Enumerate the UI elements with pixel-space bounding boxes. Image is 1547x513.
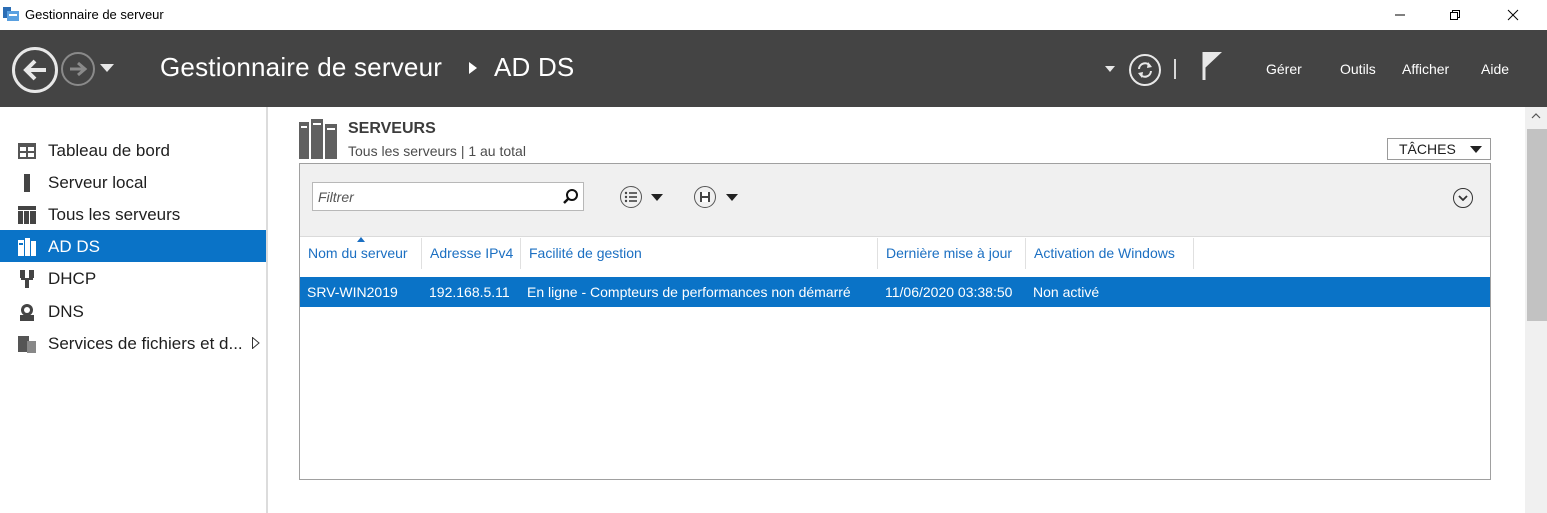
column-header-label: Facilité de gestion xyxy=(529,245,642,261)
cell-windows-activation: Non activé xyxy=(1033,284,1100,300)
sort-ascending-icon xyxy=(357,237,365,242)
breadcrumb-separator-icon xyxy=(469,62,477,74)
scroll-up-arrow-icon[interactable] xyxy=(1531,113,1541,119)
list-view-dropdown-icon[interactable] xyxy=(651,194,663,201)
table-row[interactable]: SRV-WIN2019 192.168.5.11 En ligne - Comp… xyxy=(300,277,1490,307)
main-content: SERVEURS Tous les serveurs | 1 au total … xyxy=(270,107,1525,513)
window-title: Gestionnaire de serveur xyxy=(25,7,164,22)
list-icon xyxy=(624,191,637,203)
close-icon xyxy=(1507,9,1519,21)
sidebar-item-label: AD DS xyxy=(48,237,100,256)
cell-manageability: En ligne - Compteurs de performances non… xyxy=(527,284,851,300)
expand-submenu-icon[interactable] xyxy=(252,337,260,349)
forward-button[interactable] xyxy=(61,52,95,86)
sidebar-item-local-server[interactable]: Serveur local xyxy=(0,166,266,198)
file-services-icon xyxy=(18,336,36,353)
scrollbar-thumb[interactable] xyxy=(1527,129,1547,321)
back-button[interactable] xyxy=(12,47,58,93)
column-header-manageability[interactable]: Facilité de gestion xyxy=(521,238,878,269)
all-servers-icon xyxy=(18,206,36,224)
sidebar-item-label: DHCP xyxy=(48,269,97,288)
cell-server-name: SRV-WIN2019 xyxy=(307,284,398,300)
sidebar-item-label: DNS xyxy=(48,302,84,321)
minimize-button[interactable] xyxy=(1377,0,1423,30)
title-bar: Gestionnaire de serveur xyxy=(0,0,1547,30)
dhcp-icon xyxy=(20,270,34,288)
column-header-last-update[interactable]: Dernière mise à jour xyxy=(878,238,1026,269)
column-header-windows-activation[interactable]: Activation de Windows xyxy=(1026,238,1194,269)
column-header-server-name[interactable]: Nom du serveur xyxy=(300,237,422,269)
history-dropdown-icon[interactable] xyxy=(100,64,114,72)
minimize-icon xyxy=(1395,14,1405,16)
section-title: SERVEURS xyxy=(348,120,436,137)
tasks-label: TÂCHES xyxy=(1399,141,1456,157)
header-bar: Gestionnaire de serveur AD DS Gérer Outi… xyxy=(0,30,1547,107)
sidebar-item-label: Tous les serveurs xyxy=(48,205,181,224)
refresh-button[interactable] xyxy=(1129,54,1161,86)
sidebar-item-label: Serveur local xyxy=(48,173,148,192)
sidebar: Tableau de bord Serveur local Tous les s… xyxy=(0,107,268,513)
cell-ipv4: 192.168.5.11 xyxy=(429,284,510,300)
sidebar-item-file-services[interactable]: Services de fichiers et d... xyxy=(0,327,266,359)
chevron-down-circle-icon xyxy=(1458,195,1468,201)
breadcrumb-current: AD DS xyxy=(494,52,575,82)
sidebar-item-ad-ds[interactable]: AD DS xyxy=(0,230,266,262)
menu-view[interactable]: Afficher xyxy=(1402,61,1449,77)
column-header-label: Adresse IPv4 xyxy=(430,245,514,261)
cell-last-update: 11/06/2020 03:38:50 xyxy=(885,284,1013,300)
column-header-label: Dernière mise à jour xyxy=(886,245,1013,261)
column-header-label: Activation de Windows xyxy=(1034,245,1175,261)
restore-icon xyxy=(1450,10,1460,20)
vertical-scrollbar[interactable] xyxy=(1525,107,1547,513)
arrow-right-icon xyxy=(70,61,88,77)
close-button[interactable] xyxy=(1490,0,1536,30)
filter-input[interactable] xyxy=(313,183,553,210)
sidebar-item-dashboard[interactable]: Tableau de bord xyxy=(0,134,266,166)
menu-tools[interactable]: Outils xyxy=(1340,61,1376,77)
save-icon xyxy=(700,192,710,202)
expand-collapse-button[interactable] xyxy=(1453,188,1473,208)
menu-manage[interactable]: Gérer xyxy=(1266,61,1302,77)
section-subtitle: Tous les serveurs | 1 au total xyxy=(348,143,526,159)
tasks-dropdown-button[interactable]: TÂCHES xyxy=(1387,138,1491,160)
breadcrumb-root[interactable]: Gestionnaire de serveur xyxy=(160,52,442,83)
list-view-button[interactable] xyxy=(620,186,642,208)
local-server-icon xyxy=(24,174,30,192)
refresh-dropdown-icon[interactable] xyxy=(1105,66,1115,72)
table-header: Nom du serveur Adresse IPv4 Facilité de … xyxy=(300,237,1490,269)
sidebar-item-label: Tableau de bord xyxy=(48,141,170,160)
dashboard-icon xyxy=(18,143,36,159)
notifications-flag-icon[interactable] xyxy=(1200,50,1224,82)
menu-help[interactable]: Aide xyxy=(1481,61,1509,77)
column-header-ipv4[interactable]: Adresse IPv4 xyxy=(422,238,521,269)
column-header-label: Nom du serveur xyxy=(308,245,408,261)
chevron-down-icon xyxy=(1470,146,1482,153)
save-query-dropdown-icon[interactable] xyxy=(726,194,738,201)
restore-button[interactable] xyxy=(1432,0,1478,30)
save-query-button[interactable] xyxy=(694,186,716,208)
ad-ds-icon xyxy=(18,238,36,256)
header-divider xyxy=(1174,59,1176,79)
sidebar-item-dhcp[interactable]: DHCP xyxy=(0,262,266,294)
sidebar-item-all-servers[interactable]: Tous les serveurs xyxy=(0,198,266,230)
sidebar-item-dns[interactable]: DNS xyxy=(0,295,266,327)
filter-box xyxy=(312,182,584,211)
servers-panel: Nom du serveur Adresse IPv4 Facilité de … xyxy=(299,163,1491,480)
server-manager-app-icon xyxy=(3,7,19,21)
servers-toolbar xyxy=(300,164,1490,237)
dns-icon xyxy=(20,304,34,321)
servers-section-icon xyxy=(299,119,337,159)
arrow-left-icon xyxy=(23,59,46,81)
refresh-icon xyxy=(1138,62,1152,78)
search-icon[interactable] xyxy=(562,188,580,206)
sidebar-item-label: Services de fichiers et d... xyxy=(48,334,243,353)
